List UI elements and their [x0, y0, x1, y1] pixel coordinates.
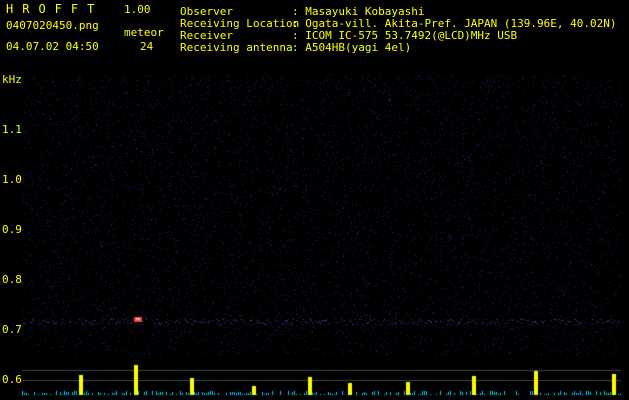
location-label: Receiving Location — [180, 17, 300, 30]
meteor-count: 24 — [140, 40, 154, 53]
y-tick-label: 0.9 — [2, 223, 22, 236]
y-tick-label: 1.1 — [2, 123, 22, 136]
y-tick-label: 0.6 — [2, 373, 22, 386]
antenna-label: Receiving antenna — [180, 41, 293, 54]
y-tick-label: 1.0 — [2, 173, 22, 186]
antenna-value: : A504HB(yagi 4el) — [292, 41, 412, 54]
receiver-value: : ICOM IC-575 53.7492(@LCD)MHz USB — [292, 29, 518, 42]
location-value: : Ogata-vill. Akita-Pref. JAPAN (139.96E… — [292, 17, 617, 30]
datetime: 04.07.02 04:50 — [6, 40, 99, 53]
y-unit-label: kHz — [2, 73, 22, 86]
app-version: 1.00 — [124, 3, 151, 16]
observer-value: : Masayuki Kobayashi — [292, 5, 425, 18]
filename: 0407020450.png — [6, 19, 99, 32]
app-logo: HROFFT — [6, 2, 104, 16]
receiver-label: Receiver — [180, 29, 233, 42]
y-tick-label: 0.7 — [2, 323, 22, 336]
y-tick-label: 0.8 — [2, 273, 22, 286]
observer-label: Observer — [180, 5, 233, 18]
spectrogram-canvas — [22, 75, 621, 400]
meteor-label: meteor — [124, 26, 164, 39]
